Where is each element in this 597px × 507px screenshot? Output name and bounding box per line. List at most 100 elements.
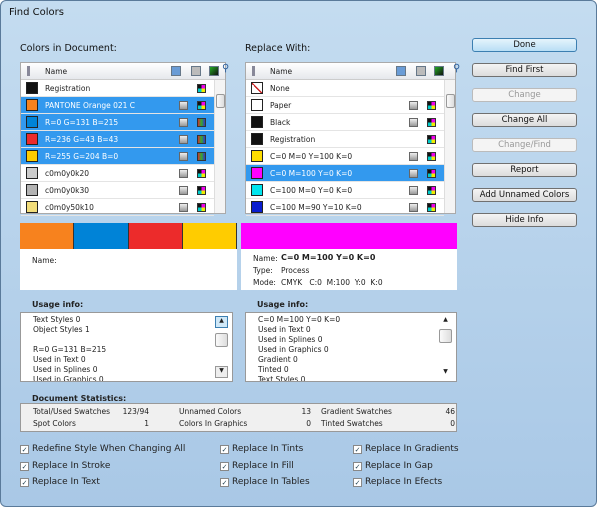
process-color-icon: [179, 152, 188, 161]
stat-label: Colors In Graphics: [179, 419, 248, 428]
replace-in-text-checkbox[interactable]: ✓ Replace In Text: [20, 477, 100, 487]
checkbox-box[interactable]: ✓: [220, 478, 229, 487]
checkbox-box[interactable]: ✓: [353, 445, 362, 454]
hide-info-button[interactable]: Hide Info: [472, 213, 577, 227]
usage-scrollbar[interactable]: ▲ ▼: [215, 313, 229, 381]
cmyk-mode-icon: [427, 152, 436, 161]
color-preview-swatch: [182, 223, 237, 249]
list-scrollbar[interactable]: [214, 80, 225, 213]
document-statistics-label: Document Statistics:: [32, 394, 127, 403]
change-button: Change: [472, 88, 577, 102]
checkbox-box[interactable]: ✓: [20, 461, 29, 471]
list-item[interactable]: Paper: [246, 97, 444, 114]
column-name-header[interactable]: Name: [270, 67, 292, 76]
replace-in-efects-checkbox[interactable]: ✓ Replace In Efects: [353, 477, 442, 487]
list-item[interactable]: Registration: [246, 131, 444, 148]
list-item[interactable]: Black: [246, 114, 444, 131]
list-item[interactable]: PANTONE Orange 021 C: [21, 97, 214, 114]
list-item[interactable]: R=255 G=204 B=0: [21, 148, 214, 165]
cmyk-mode-icon: [427, 186, 436, 195]
sort-handle-icon[interactable]: [252, 66, 255, 76]
process-color-icon: [179, 203, 188, 212]
usage-info-box[interactable]: Text Styles 0 Object Styles 1 R=0 G=131 …: [20, 312, 233, 382]
stat-value: 46: [445, 407, 455, 416]
color-name: c0m0y0k20: [45, 169, 90, 178]
replace-in-gradients-checkbox[interactable]: ✓ Replace In Gradients: [353, 444, 459, 454]
list-item[interactable]: c0m0y0k30: [21, 182, 214, 199]
list-item[interactable]: c0m0y0k20: [21, 165, 214, 182]
replace-in-fill-checkbox[interactable]: ✓ Replace In Fill: [220, 461, 294, 471]
process-color-icon: [409, 186, 418, 195]
name-label: Name:: [32, 256, 57, 265]
replace-in-stroke-checkbox[interactable]: ✓ Replace In Stroke: [20, 461, 110, 471]
list-item[interactable]: C=0 M=100 Y=0 K=0: [246, 165, 444, 182]
selected-color-info: Name:: [20, 249, 237, 290]
color-swatch: [26, 201, 38, 213]
cmyk-mode-icon: [427, 135, 436, 144]
search-icon[interactable]: ⚲: [222, 63, 229, 74]
usage-scrollbar[interactable]: ▲ ▼: [439, 313, 453, 381]
checkbox-box[interactable]: ✓: [353, 461, 362, 471]
checkbox-box[interactable]: ✓: [20, 445, 29, 454]
process-color-icon: [409, 118, 418, 127]
done-button[interactable]: Done: [472, 38, 577, 52]
sort-handle-icon[interactable]: [27, 66, 30, 76]
list-header: Name: [246, 63, 455, 80]
spot-color-icon: [179, 101, 188, 110]
replace-in-tables-checkbox[interactable]: ✓ Replace In Tables: [220, 477, 310, 487]
color-name: c0m0y50k10: [45, 203, 94, 212]
replace-in-gap-checkbox[interactable]: ✓ Replace In Gap: [353, 461, 433, 471]
report-button[interactable]: Report: [472, 163, 577, 177]
list-item[interactable]: Registration: [21, 80, 214, 97]
color-swatch: [26, 116, 38, 128]
process-filter-icon[interactable]: [416, 66, 426, 76]
find-first-button[interactable]: Find First: [472, 63, 577, 77]
process-filter-icon[interactable]: [191, 66, 201, 76]
column-name-header[interactable]: Name: [45, 67, 67, 76]
usage-info-box[interactable]: C=0 M=100 Y=0 K=0 Used in Text 0 Used in…: [245, 312, 457, 382]
process-color-icon: [179, 118, 188, 127]
replace-in-tints-checkbox[interactable]: ✓ Replace In Tints: [220, 444, 303, 454]
cmyk-mode-icon: [197, 84, 206, 93]
list-item[interactable]: C=100 M=90 Y=10 K=0: [246, 199, 444, 216]
replace-with-list[interactable]: Name None Paper Black Registration C=0 M=0 Y…: [245, 62, 456, 216]
redefine-style-when-changing-all-checkbox[interactable]: ✓ Redefine Style When Changing All: [20, 444, 185, 454]
mode-filter-icon[interactable]: [434, 66, 444, 76]
spot-filter-icon[interactable]: [396, 66, 406, 76]
checkbox-box[interactable]: ✓: [220, 461, 229, 471]
usage-info-label: Usage info:: [32, 300, 84, 309]
search-icon[interactable]: ⚲: [453, 63, 460, 74]
stat-value: 0: [450, 419, 455, 428]
color-swatch: [251, 184, 263, 196]
color-swatch: [251, 99, 263, 111]
list-scrollbar[interactable]: [444, 80, 455, 213]
spot-filter-icon[interactable]: [171, 66, 181, 76]
list-item[interactable]: R=236 G=43 B=43: [21, 131, 214, 148]
list-item[interactable]: None: [246, 80, 444, 97]
checkbox-box[interactable]: ✓: [353, 478, 362, 487]
list-item[interactable]: R=0 G=131 B=215: [21, 114, 214, 131]
checkbox-label: Replace In Tints: [232, 444, 304, 454]
colors-in-document-list[interactable]: Name Registration PANTONE Orange 021 C R=0…: [20, 62, 226, 216]
process-color-icon: [179, 135, 188, 144]
color-name: R=236 G=43 B=43: [45, 135, 119, 144]
cmyk-mode-icon: [197, 169, 206, 178]
add-unnamed-colors-button[interactable]: Add Unnamed Colors: [472, 188, 577, 202]
checkbox-box[interactable]: ✓: [220, 445, 229, 454]
process-color-icon: [409, 152, 418, 161]
color-preview-swatch: [20, 223, 75, 249]
process-color-icon: [409, 203, 418, 212]
change-find-button: Change/Find: [472, 138, 577, 152]
list-item[interactable]: C=100 M=0 Y=0 K=0: [246, 182, 444, 199]
color-name: Paper: [270, 101, 292, 110]
change-all-button[interactable]: Change All: [472, 113, 577, 127]
cmyk-mode-icon: [427, 169, 436, 178]
color-name: C=0 M=0 Y=100 K=0: [270, 152, 353, 161]
mode-filter-icon[interactable]: [209, 66, 219, 76]
checkbox-label: Redefine Style When Changing All: [32, 444, 186, 454]
checkbox-label: Replace In Fill: [232, 460, 294, 471]
list-item[interactable]: c0m0y50k10: [21, 199, 214, 216]
list-item[interactable]: C=0 M=0 Y=100 K=0: [246, 148, 444, 165]
usage-info-text: Text Styles 0 Object Styles 1 R=0 G=131 …: [33, 315, 107, 382]
checkbox-box[interactable]: ✓: [20, 478, 29, 487]
